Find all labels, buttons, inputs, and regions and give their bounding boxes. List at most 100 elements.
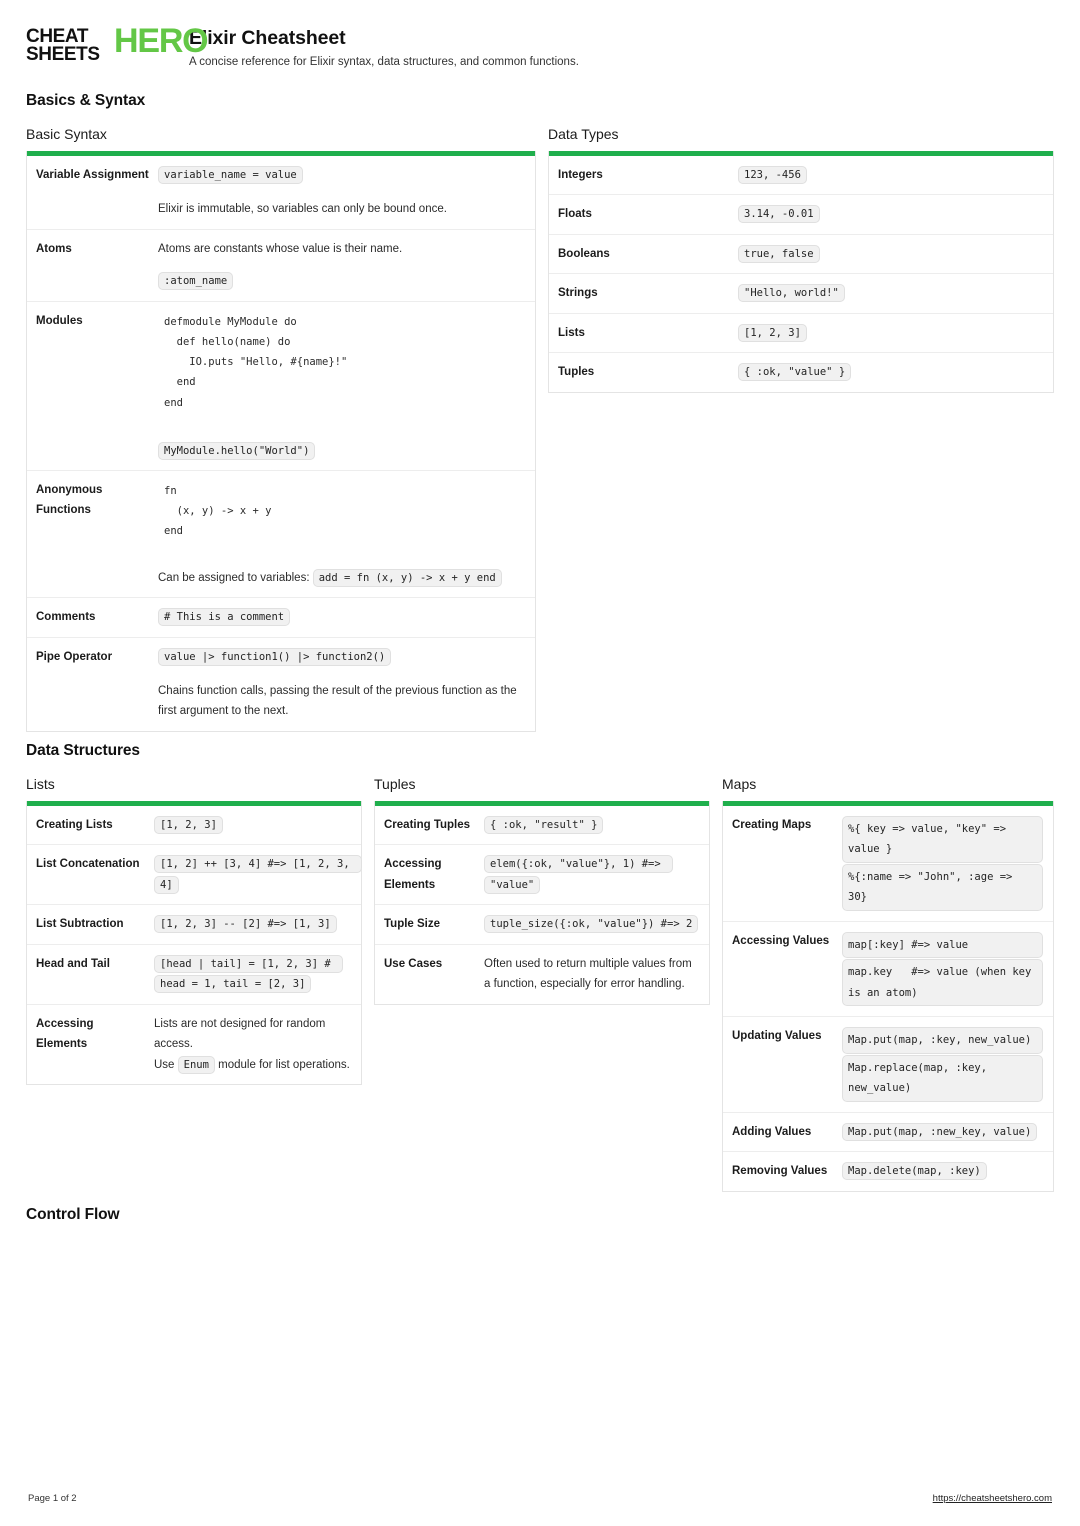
header-title-block: Elixir Cheatsheet A concise reference fo… <box>189 26 579 68</box>
code-chip[interactable]: add = fn (x, y) -> x + y end <box>312 568 502 587</box>
section-heading-control-flow: Control Flow <box>26 1205 120 1223</box>
table-row: Tuple Size tuple_size({:ok, "value"}) #=… <box>375 905 709 945</box>
tuples-column: Tuples Creating Tuples { :ok, "result" }… <box>374 776 710 1005</box>
page-number: Page 1 of 2 <box>28 1493 77 1504</box>
row-body: map[:key] #=> value map.key #=> value (w… <box>842 931 1043 1007</box>
row-body: defmodule MyModule do def hello(name) do… <box>158 311 525 461</box>
code-chip[interactable]: Enum <box>177 1055 215 1074</box>
row-body: true, false <box>738 244 1043 264</box>
code-chip[interactable]: elem({:ok, "value"}, 1) #=> "value" <box>484 855 674 894</box>
code-chip[interactable]: # This is a comment <box>158 608 291 627</box>
row-label: Strings <box>558 287 598 300</box>
table-row: List Subtraction [1, 2, 3] -- [2] #=> [1… <box>27 905 361 945</box>
code-chip[interactable]: %{:name => "John", :age => 30} <box>842 863 1043 911</box>
row-note: Can be assigned to variables: <box>158 571 310 584</box>
row-body: fn (x, y) -> x + y end Can be assigned t… <box>158 480 525 588</box>
row-body: [1, 2] ++ [3, 4] #=> [1, 2, 3, 4] <box>154 854 362 895</box>
table-row: Creating Maps %{ key => value, "key" => … <box>723 806 1053 922</box>
table-row: Modules defmodule MyModule do def hello(… <box>27 302 535 472</box>
page-subtitle: A concise reference for Elixir syntax, d… <box>189 56 579 68</box>
lists-table: Creating Lists [1, 2, 3] List Concatenat… <box>26 800 362 1086</box>
data-types-rows: Integers 123, -456 Floats 3.14, -0.01 Boolea… <box>549 156 1053 392</box>
code-chip[interactable]: map.key #=> value (when key is an atom) <box>842 959 1043 1007</box>
code-chip[interactable]: "Hello, world!" <box>738 284 845 303</box>
row-label: Atoms <box>36 242 72 255</box>
data-types-column: Data Types Integers 123, -456 Floats 3.14, … <box>548 126 1054 393</box>
row-label: Tuple Size <box>384 918 441 931</box>
row-label: Creating Maps <box>732 818 812 831</box>
page-title: Elixir Cheatsheet <box>189 27 346 49</box>
code-chip[interactable]: { :ok, "value" } <box>738 363 852 382</box>
table-row: Strings "Hello, world!" <box>549 274 1053 314</box>
code-chip[interactable]: [1, 2, 3] <box>154 815 223 834</box>
code-chip[interactable]: variable_name = value <box>158 166 303 184</box>
maps-title: Maps <box>722 775 757 792</box>
code-chip[interactable]: 123, -456 <box>738 166 807 184</box>
row-body: value |> function1() |> function2() Chai… <box>158 647 525 722</box>
table-row: Atoms Atoms are constants whose value is… <box>27 230 535 302</box>
data-types-table: Integers 123, -456 Floats 3.14, -0.01 Boolea… <box>548 151 1054 393</box>
table-row: Head and Tail [head | tail] = [1, 2, 3] … <box>27 945 361 1005</box>
table-row: Lists [1, 2, 3] <box>549 314 1053 354</box>
row-label: Creating Lists <box>36 818 113 831</box>
code-chip[interactable]: Map.put(map, :new_key, value) <box>842 1122 1038 1141</box>
data-structures-columns: Lists Creating Lists [1, 2, 3] List Conc… <box>26 776 1054 1192</box>
row-code-wrap: :atom_name <box>158 271 525 291</box>
section-heading-basics: Basics & Syntax <box>26 92 146 109</box>
row-body: [1, 2, 3] -- [2] #=> [1, 3] <box>154 914 351 934</box>
table-row: Creating Lists [1, 2, 3] <box>27 806 361 846</box>
code-chip[interactable]: [1, 2] ++ [3, 4] #=> [1, 2, 3, 4] <box>154 855 362 894</box>
code-chip[interactable]: tuple_size({:ok, "value"}) #=> 2 <box>484 915 699 934</box>
row-note: Elixir is immutable, so variables can on… <box>158 203 447 216</box>
row-note-prefix: Use <box>154 1058 175 1071</box>
basic-syntax-table: Variable Assignment variable_name = valu… <box>26 151 536 732</box>
row-body: # This is a comment <box>158 607 525 627</box>
row-body: Map.delete(map, :key) <box>842 1161 1043 1181</box>
code-chip[interactable]: map[:key] #=> value <box>842 931 1043 959</box>
table-row: Integers 123, -456 <box>549 156 1053 196</box>
row-label: Use Cases <box>384 957 443 970</box>
code-chip[interactable]: [1, 2, 3] -- [2] #=> [1, 3] <box>154 915 337 934</box>
row-note: Often used to return multiple values fro… <box>484 957 692 991</box>
row-label: Accessing Elements <box>384 858 442 891</box>
table-row: Comments # This is a comment <box>27 598 535 638</box>
table-row: Anonymous Functions fn (x, y) -> x + y e… <box>27 471 535 599</box>
code-chip[interactable]: 3.14, -0.01 <box>738 205 820 224</box>
tuples-title: Tuples <box>374 775 416 792</box>
page-footer: Page 1 of 2 https://cheatsheetshero.com <box>0 1493 1080 1504</box>
table-row: Removing Values Map.delete(map, :key) <box>723 1152 1053 1190</box>
code-chip[interactable]: :atom_name <box>158 272 234 291</box>
row-body: tuple_size({:ok, "value"}) #=> 2 <box>484 914 699 934</box>
table-row: Creating Tuples { :ok, "result" } <box>375 806 709 846</box>
code-chip[interactable]: Map.put(map, :key, new_value) <box>842 1027 1043 1054</box>
code-chip[interactable]: { :ok, "result" } <box>484 815 604 834</box>
row-label: Anonymous Functions <box>36 484 103 517</box>
code-chip[interactable]: true, false <box>738 244 820 263</box>
row-label: Integers <box>558 169 603 181</box>
brand-sheets-text: SHEETS <box>26 44 100 66</box>
code-chip[interactable]: Map.delete(map, :key) <box>842 1162 987 1181</box>
code-chip[interactable]: [1, 2, 3] <box>738 323 807 342</box>
code-chip[interactable]: value |> function1() |> function2() <box>158 647 392 666</box>
code-chip[interactable]: MyModule.hello("World") <box>158 441 316 460</box>
site-url-link[interactable]: https://cheatsheetshero.com <box>933 1493 1052 1504</box>
row-label: Booleans <box>558 247 610 260</box>
table-row: Booleans true, false <box>549 235 1053 275</box>
data-types-title: Data Types <box>548 126 619 142</box>
row-label: Tuples <box>558 366 595 379</box>
row-body: Atoms are constants whose value is their… <box>158 239 525 292</box>
brand-logo[interactable]: CHEAT SHEETS HERO <box>26 24 209 66</box>
row-body: Map.put(map, :new_key, value) <box>842 1122 1043 1142</box>
row-body: "Hello, world!" <box>738 283 1043 303</box>
page-header: CHEAT SHEETS HERO Elixir Cheatsheet A co… <box>26 24 1054 68</box>
table-row: Use Cases Often used to return multiple … <box>375 945 709 1004</box>
basics-columns: Basic Syntax Variable Assignment variabl… <box>26 126 1054 732</box>
table-row: Variable Assignment variable_name = valu… <box>27 156 535 230</box>
row-body: [1, 2, 3] <box>738 323 1043 343</box>
lists-column: Lists Creating Lists [1, 2, 3] List Conc… <box>26 776 362 1086</box>
code-chip[interactable]: [head | tail] = [1, 2, 3] # head = 1, ta… <box>154 954 344 994</box>
table-row: Pipe Operator value |> function1() |> fu… <box>27 638 535 731</box>
row-body: elem({:ok, "value"}, 1) #=> "value" <box>484 854 699 895</box>
code-chip[interactable]: Map.replace(map, :key, new_value) <box>842 1054 1043 1102</box>
code-chip[interactable]: %{ key => value, "key" => value } <box>842 815 1043 863</box>
